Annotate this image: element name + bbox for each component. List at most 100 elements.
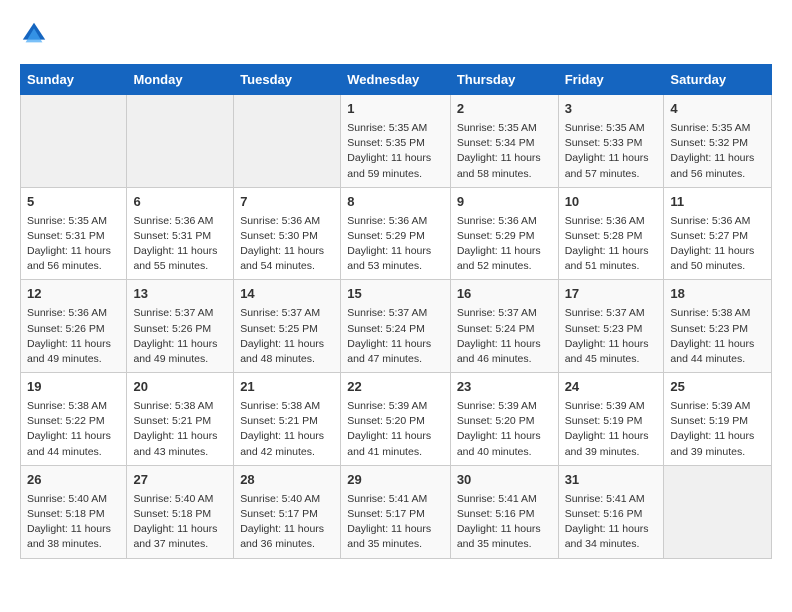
calendar-cell: 15 Sunrise: 5:37 AM Sunset: 5:24 PM Dayli… [341,280,451,373]
calendar-cell [234,95,341,188]
day-of-week-header: Saturday [664,65,772,95]
calendar-cell: 27 Sunrise: 5:40 AM Sunset: 5:18 PM Dayli… [127,465,234,558]
day-number: 20 [133,378,227,397]
day-number: 30 [457,471,552,490]
day-info: Sunrise: 5:38 AM Sunset: 5:22 PM Dayligh… [27,399,120,460]
calendar-cell: 20 Sunrise: 5:38 AM Sunset: 5:21 PM Dayli… [127,373,234,466]
day-number: 29 [347,471,444,490]
day-info: Sunrise: 5:39 AM Sunset: 5:20 PM Dayligh… [457,399,552,460]
day-number: 6 [133,193,227,212]
calendar-week-row: 12 Sunrise: 5:36 AM Sunset: 5:26 PM Dayli… [21,280,772,373]
calendar-cell: 23Sunrise: 5:39 AM Sunset: 5:20 PM Dayli… [450,373,558,466]
day-info: Sunrise: 5:36 AM Sunset: 5:28 PM Dayligh… [565,214,658,275]
day-info: Sunrise: 5:35 AM Sunset: 5:31 PM Dayligh… [27,214,120,275]
calendar-cell: 31Sunrise: 5:41 AM Sunset: 5:16 PM Dayli… [558,465,664,558]
day-number: 24 [565,378,658,397]
day-of-week-header: Sunday [21,65,127,95]
day-number: 2 [457,100,552,119]
day-of-week-header: Tuesday [234,65,341,95]
calendar-cell: 16Sunrise: 5:37 AM Sunset: 5:24 PM Dayli… [450,280,558,373]
logo-icon [20,20,48,48]
calendar-header-row: SundayMondayTuesdayWednesdayThursdayFrid… [21,65,772,95]
calendar-cell: 25 Sunrise: 5:39 AM Sunset: 5:19 PM Dayli… [664,373,772,466]
calendar-week-row: 5 Sunrise: 5:35 AM Sunset: 5:31 PM Daylig… [21,187,772,280]
day-info: Sunrise: 5:37 AM Sunset: 5:26 PM Dayligh… [133,306,227,367]
day-info: Sunrise: 5:35 AM Sunset: 5:35 PM Dayligh… [347,121,444,182]
calendar-cell: 14 Sunrise: 5:37 AM Sunset: 5:25 PM Dayli… [234,280,341,373]
day-number: 21 [240,378,334,397]
calendar-cell: 17Sunrise: 5:37 AM Sunset: 5:23 PM Dayli… [558,280,664,373]
calendar-cell: 10 Sunrise: 5:36 AM Sunset: 5:28 PM Dayli… [558,187,664,280]
day-number: 25 [670,378,765,397]
day-info: Sunrise: 5:41 AM Sunset: 5:17 PM Dayligh… [347,492,444,553]
day-info: Sunrise: 5:38 AM Sunset: 5:21 PM Dayligh… [133,399,227,460]
day-info: Sunrise: 5:36 AM Sunset: 5:30 PM Dayligh… [240,214,334,275]
calendar-cell: 28 Sunrise: 5:40 AM Sunset: 5:17 PM Dayli… [234,465,341,558]
day-number: 12 [27,285,120,304]
calendar-cell [664,465,772,558]
calendar-cell: 22 Sunrise: 5:39 AM Sunset: 5:20 PM Dayli… [341,373,451,466]
page-header [20,20,772,48]
calendar-cell: 9 Sunrise: 5:36 AM Sunset: 5:29 PM Daylig… [450,187,558,280]
day-info: Sunrise: 5:39 AM Sunset: 5:19 PM Dayligh… [670,399,765,460]
day-of-week-header: Thursday [450,65,558,95]
day-info: Sunrise: 5:38 AM Sunset: 5:23 PM Dayligh… [670,306,765,367]
logo [20,20,52,48]
day-number: 10 [565,193,658,212]
day-number: 5 [27,193,120,212]
day-info: Sunrise: 5:36 AM Sunset: 5:29 PM Dayligh… [347,214,444,275]
day-number: 13 [133,285,227,304]
day-number: 4 [670,100,765,119]
calendar-cell: 24Sunrise: 5:39 AM Sunset: 5:19 PM Dayli… [558,373,664,466]
calendar-cell: 3 Sunrise: 5:35 AM Sunset: 5:33 PM Daylig… [558,95,664,188]
day-number: 11 [670,193,765,212]
day-of-week-header: Monday [127,65,234,95]
day-info: Sunrise: 5:40 AM Sunset: 5:18 PM Dayligh… [27,492,120,553]
day-number: 27 [133,471,227,490]
day-number: 26 [27,471,120,490]
day-info: Sunrise: 5:37 AM Sunset: 5:25 PM Dayligh… [240,306,334,367]
day-number: 31 [565,471,658,490]
day-info: Sunrise: 5:35 AM Sunset: 5:34 PM Dayligh… [457,121,552,182]
calendar-cell: 26 Sunrise: 5:40 AM Sunset: 5:18 PM Dayli… [21,465,127,558]
calendar-cell: 11 Sunrise: 5:36 AM Sunset: 5:27 PM Dayli… [664,187,772,280]
calendar-cell: 6 Sunrise: 5:36 AM Sunset: 5:31 PM Daylig… [127,187,234,280]
day-info: Sunrise: 5:40 AM Sunset: 5:18 PM Dayligh… [133,492,227,553]
day-number: 28 [240,471,334,490]
calendar-week-row: 19Sunrise: 5:38 AM Sunset: 5:22 PM Dayli… [21,373,772,466]
calendar-week-row: 26 Sunrise: 5:40 AM Sunset: 5:18 PM Dayli… [21,465,772,558]
day-info: Sunrise: 5:35 AM Sunset: 5:33 PM Dayligh… [565,121,658,182]
day-number: 9 [457,193,552,212]
calendar-cell: 21 Sunrise: 5:38 AM Sunset: 5:21 PM Dayli… [234,373,341,466]
day-info: Sunrise: 5:36 AM Sunset: 5:27 PM Dayligh… [670,214,765,275]
day-info: Sunrise: 5:38 AM Sunset: 5:21 PM Dayligh… [240,399,334,460]
calendar-table: SundayMondayTuesdayWednesdayThursdayFrid… [20,64,772,559]
calendar-cell: 29 Sunrise: 5:41 AM Sunset: 5:17 PM Dayli… [341,465,451,558]
calendar-cell: 4 Sunrise: 5:35 AM Sunset: 5:32 PM Daylig… [664,95,772,188]
day-number: 22 [347,378,444,397]
calendar-cell: 13 Sunrise: 5:37 AM Sunset: 5:26 PM Dayli… [127,280,234,373]
calendar-cell: 5 Sunrise: 5:35 AM Sunset: 5:31 PM Daylig… [21,187,127,280]
day-number: 3 [565,100,658,119]
calendar-cell: 2 Sunrise: 5:35 AM Sunset: 5:34 PM Daylig… [450,95,558,188]
day-info: Sunrise: 5:37 AM Sunset: 5:24 PM Dayligh… [457,306,552,367]
day-number: 1 [347,100,444,119]
day-info: Sunrise: 5:39 AM Sunset: 5:20 PM Dayligh… [347,399,444,460]
day-info: Sunrise: 5:41 AM Sunset: 5:16 PM Dayligh… [457,492,552,553]
day-info: Sunrise: 5:36 AM Sunset: 5:31 PM Dayligh… [133,214,227,275]
calendar-week-row: 1 Sunrise: 5:35 AM Sunset: 5:35 PM Daylig… [21,95,772,188]
calendar-cell [127,95,234,188]
day-info: Sunrise: 5:36 AM Sunset: 5:29 PM Dayligh… [457,214,552,275]
day-info: Sunrise: 5:35 AM Sunset: 5:32 PM Dayligh… [670,121,765,182]
day-info: Sunrise: 5:36 AM Sunset: 5:26 PM Dayligh… [27,306,120,367]
day-number: 14 [240,285,334,304]
calendar-cell: 7Sunrise: 5:36 AM Sunset: 5:30 PM Daylig… [234,187,341,280]
day-info: Sunrise: 5:37 AM Sunset: 5:24 PM Dayligh… [347,306,444,367]
calendar-cell: 18 Sunrise: 5:38 AM Sunset: 5:23 PM Dayli… [664,280,772,373]
calendar-cell: 1 Sunrise: 5:35 AM Sunset: 5:35 PM Daylig… [341,95,451,188]
day-number: 18 [670,285,765,304]
day-of-week-header: Wednesday [341,65,451,95]
day-info: Sunrise: 5:40 AM Sunset: 5:17 PM Dayligh… [240,492,334,553]
calendar-cell: 30 Sunrise: 5:41 AM Sunset: 5:16 PM Dayli… [450,465,558,558]
day-number: 15 [347,285,444,304]
